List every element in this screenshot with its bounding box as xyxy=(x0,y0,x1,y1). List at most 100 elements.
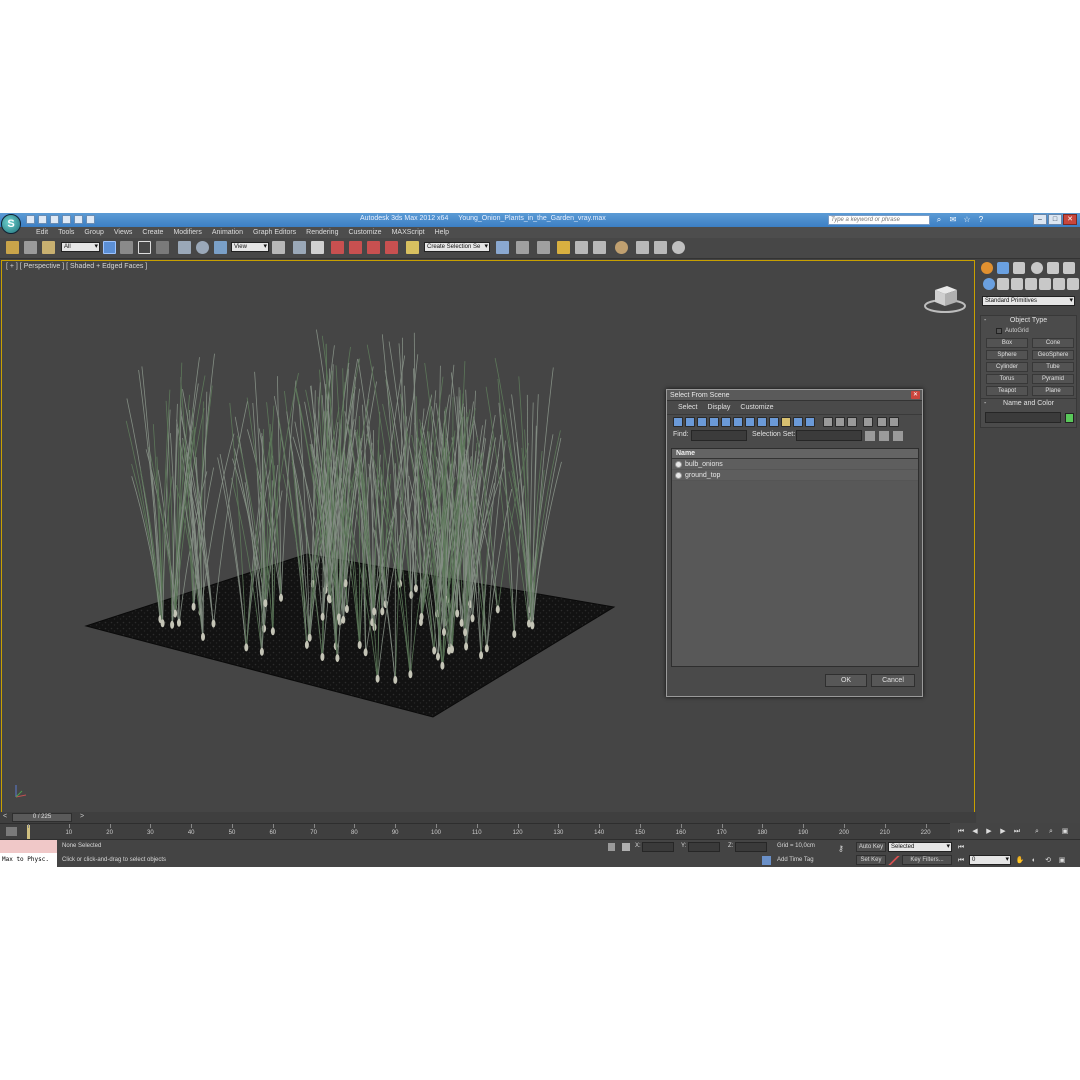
percent-snap-icon[interactable] xyxy=(367,241,380,254)
help-icon[interactable]: ? xyxy=(976,215,986,225)
column-header-name[interactable]: Name xyxy=(672,449,918,459)
render-setup-icon[interactable] xyxy=(636,241,649,254)
menu-create[interactable]: Create xyxy=(137,227,168,238)
motion-tab-icon[interactable] xyxy=(1031,262,1043,274)
object-name-field[interactable] xyxy=(985,412,1061,423)
autogrid-checkbox[interactable]: AutoGrid xyxy=(981,326,1076,336)
list-item[interactable]: bulb_onions xyxy=(672,459,918,470)
bind-space-warp-icon[interactable] xyxy=(42,241,55,254)
display-tab-icon[interactable] xyxy=(1047,262,1059,274)
teapot-button[interactable]: Teapot xyxy=(986,386,1028,396)
dialog-menu-select[interactable]: Select xyxy=(673,401,702,414)
menu-help[interactable]: Help xyxy=(430,227,454,238)
display-groups-icon[interactable] xyxy=(745,417,755,427)
key-mode-dropdown[interactable]: Selected xyxy=(888,842,952,852)
shapes-category-icon[interactable] xyxy=(997,278,1009,290)
set-key-button[interactable]: Set Key xyxy=(856,855,886,865)
menu-graph-editors[interactable]: Graph Editors xyxy=(248,227,301,238)
menu-maxscript[interactable]: MAXScript xyxy=(387,227,430,238)
display-lights-icon[interactable] xyxy=(697,417,707,427)
display-shapes-icon[interactable] xyxy=(685,417,695,427)
display-helpers-icon[interactable] xyxy=(721,417,731,427)
new-file-icon[interactable] xyxy=(26,215,35,224)
pan-view-icon[interactable]: ✋ xyxy=(1015,856,1025,865)
key-icon[interactable]: ⚷ xyxy=(838,845,852,853)
display-space-warps-icon[interactable] xyxy=(733,417,743,427)
zoom-icon[interactable]: ⌕ xyxy=(1032,827,1042,836)
geosphere-button[interactable]: GeoSphere xyxy=(1032,350,1074,360)
selection-filter-dropdown[interactable]: All xyxy=(61,242,100,252)
display-containers-icon[interactable] xyxy=(781,417,791,427)
cancel-button[interactable]: Cancel xyxy=(871,674,915,687)
pivot-center-icon[interactable] xyxy=(272,241,285,254)
menu-views[interactable]: Views xyxy=(109,227,138,238)
filter-icon[interactable] xyxy=(877,417,887,427)
spinner-snap-icon[interactable] xyxy=(385,241,398,254)
name-and-color-title[interactable]: Name and Color xyxy=(981,399,1076,409)
close-button[interactable]: ✕ xyxy=(1063,214,1077,225)
help-search-input[interactable]: Type a keyword or phrase xyxy=(828,215,930,225)
create-tab-icon[interactable] xyxy=(981,262,993,274)
redo-icon[interactable] xyxy=(74,215,83,224)
hierarchy-tab-icon[interactable] xyxy=(1013,262,1025,274)
create-selection-set-icon[interactable] xyxy=(865,431,875,441)
find-input[interactable] xyxy=(691,430,747,441)
schematic-view-icon[interactable] xyxy=(593,241,606,254)
display-frozen-icon[interactable] xyxy=(793,417,803,427)
display-bones-icon[interactable] xyxy=(769,417,779,427)
object-color-swatch[interactable] xyxy=(1065,413,1074,423)
menu-tools[interactable]: Tools xyxy=(53,227,79,238)
move-icon[interactable] xyxy=(178,241,191,254)
key-mode-toggle-icon[interactable]: ⏮ xyxy=(956,843,966,852)
scale-icon[interactable] xyxy=(214,241,227,254)
selection-set-dropdown[interactable] xyxy=(796,430,862,441)
time-tag-icon[interactable] xyxy=(762,856,771,865)
mini-curve-editor-icon[interactable] xyxy=(6,827,17,836)
checkbox-icon[interactable] xyxy=(996,328,1002,334)
go-to-end-icon[interactable]: ⏭ xyxy=(1012,827,1022,836)
menu-rendering[interactable]: Rendering xyxy=(301,227,343,238)
space-warps-category-icon[interactable] xyxy=(1053,278,1065,290)
select-object-icon[interactable] xyxy=(103,241,116,254)
orbit-icon[interactable]: ⟲ xyxy=(1043,856,1053,865)
sphere-button[interactable]: Sphere xyxy=(986,350,1028,360)
cylinder-button[interactable]: Cylinder xyxy=(986,362,1028,372)
set-key-icon[interactable] xyxy=(888,856,900,865)
select-manipulate-icon[interactable] xyxy=(293,241,306,254)
maximize-viewport-icon[interactable]: ▣ xyxy=(1057,856,1067,865)
viewcube[interactable] xyxy=(923,282,967,314)
object-type-title[interactable]: Object Type xyxy=(981,316,1076,326)
rotate-icon[interactable] xyxy=(196,241,209,254)
pyramid-button[interactable]: Pyramid xyxy=(1032,374,1074,384)
display-invert-icon[interactable] xyxy=(847,417,857,427)
rendered-frame-window-icon[interactable] xyxy=(654,241,667,254)
keyboard-shortcut-override-icon[interactable] xyxy=(311,241,324,254)
star-icon[interactable]: ☆ xyxy=(962,215,972,225)
walk-through-icon[interactable]: ◐ xyxy=(1029,856,1039,865)
menu-customize[interactable]: Customize xyxy=(343,227,386,238)
previous-frame-icon[interactable]: ◀ xyxy=(970,827,980,836)
box-button[interactable]: Box xyxy=(986,338,1028,348)
tube-button[interactable]: Tube xyxy=(1032,362,1074,372)
binoculars-icon[interactable]: ⌕ xyxy=(934,215,944,225)
display-none-icon[interactable] xyxy=(835,417,845,427)
menu-group[interactable]: Group xyxy=(79,227,108,238)
snaps-toggle-icon[interactable] xyxy=(331,241,344,254)
reference-coordinate-dropdown[interactable]: View xyxy=(231,242,269,252)
time-slider-next-icon[interactable]: > xyxy=(80,812,84,822)
link-icon[interactable] xyxy=(6,241,19,254)
mirror-icon[interactable] xyxy=(496,241,509,254)
curve-editor-icon[interactable] xyxy=(575,241,588,254)
current-frame-field[interactable]: 0 xyxy=(969,855,1011,865)
cameras-category-icon[interactable] xyxy=(1025,278,1037,290)
select-by-name-icon[interactable] xyxy=(120,241,133,254)
display-cameras-icon[interactable] xyxy=(709,417,719,427)
helpers-category-icon[interactable] xyxy=(1039,278,1051,290)
absolute-mode-icon[interactable] xyxy=(622,843,630,851)
project-folder-icon[interactable] xyxy=(86,215,95,224)
maxscript-input[interactable]: Max to Physc. xyxy=(0,853,57,867)
x-coordinate-field[interactable] xyxy=(642,842,674,852)
save-file-icon[interactable] xyxy=(50,215,59,224)
systems-category-icon[interactable] xyxy=(1067,278,1079,290)
display-hidden-icon[interactable] xyxy=(805,417,815,427)
